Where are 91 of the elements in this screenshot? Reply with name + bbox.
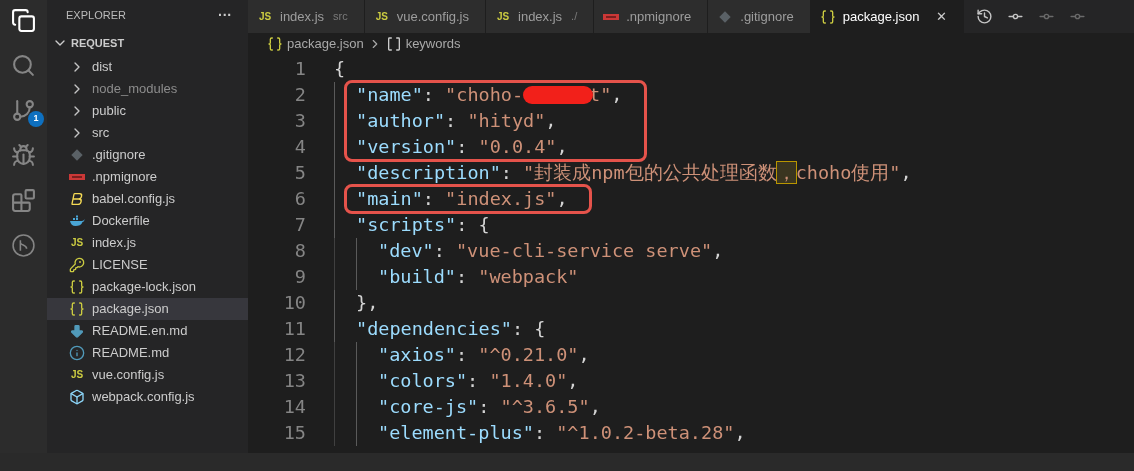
file-tree-item[interactable]: src — [47, 122, 248, 144]
js-icon: JS — [257, 11, 273, 22]
editor-tab[interactable]: JS index.js src — [248, 0, 365, 33]
file-tree-item[interactable]: JS vue.config.js — [47, 364, 248, 386]
whale-icon — [69, 215, 85, 227]
line-number: 15 — [283, 421, 306, 446]
file-tree-item[interactable]: babel.config.js — [47, 188, 248, 210]
code-line: "description": "封装成npm包的公共处理函数，choho使用", — [356, 161, 912, 186]
line-number: 6 — [294, 187, 306, 212]
line-number: 10 — [283, 291, 306, 316]
line-number: 8 — [294, 239, 306, 264]
code-text: "name" — [356, 83, 423, 108]
npm-icon — [603, 12, 620, 21]
tab-description: src — [333, 9, 348, 25]
code-line: "author": "hityd", — [356, 109, 557, 134]
file-tree-item[interactable]: README.en.md — [47, 320, 248, 342]
code-text: , — [611, 83, 623, 108]
extensions-icon[interactable] — [11, 188, 36, 213]
npm-icon — [69, 173, 85, 181]
code-text: "choho- — [445, 83, 524, 108]
panel-title: EXPLORER — [66, 8, 126, 24]
code-line: "dependencies": { — [356, 317, 546, 342]
code-line: "build": "webpack" — [378, 265, 579, 290]
files-icon[interactable] — [11, 8, 36, 33]
editor-tab[interactable]: JS index.js ./ — [486, 0, 595, 33]
remote-icon[interactable] — [11, 233, 36, 258]
bug-icon[interactable] — [11, 143, 36, 168]
key-icon — [69, 257, 85, 273]
code-line: "version": "0.0.4", — [356, 135, 568, 160]
more-actions-button[interactable]: ··· — [218, 5, 232, 26]
close-button[interactable]: ✕ — [936, 6, 948, 27]
file-tree-item[interactable]: public — [47, 100, 248, 122]
file-tree-item[interactable]: package.json — [47, 298, 248, 320]
file-tree-item[interactable]: JS index.js — [47, 232, 248, 254]
line-number: 4 — [294, 135, 306, 160]
code-text: t" — [589, 83, 612, 108]
search-icon[interactable] — [11, 53, 36, 78]
diamond-icon — [71, 149, 83, 161]
editor-tab[interactable]: .gitignore — [708, 0, 811, 33]
line-number: 13 — [283, 369, 306, 394]
folder-header[interactable]: REQUEST — [47, 31, 248, 55]
file-tree-item[interactable]: LICENSE — [47, 254, 248, 276]
file-tree-item[interactable]: .gitignore — [47, 144, 248, 166]
breadcrumb-item[interactable]: package.json — [267, 34, 364, 54]
line-number: 9 — [294, 265, 306, 290]
file-tree-item[interactable]: webpack.config.js — [47, 386, 248, 408]
line-number: 7 — [294, 213, 306, 238]
branch-icon[interactable] — [11, 98, 36, 123]
code-line: "element-plus": "^1.0.2-beta.28", — [378, 421, 746, 446]
line-number: 12 — [283, 343, 306, 368]
line-number: 14 — [283, 395, 306, 420]
history-icon[interactable] — [976, 8, 994, 25]
code-line: }, — [356, 291, 379, 316]
code-line: "dev": "vue-cli-service serve", — [378, 239, 724, 264]
file-tree-item[interactable]: .npmignore — [47, 166, 248, 188]
editor-tab[interactable]: JS vue.config.js — [364, 0, 486, 33]
code-line: "main": "index.js", — [356, 187, 568, 212]
line-number: 11 — [283, 317, 306, 342]
line-number: 3 — [294, 109, 306, 134]
code-line: { — [334, 57, 346, 82]
tab-description: ./ — [571, 9, 578, 25]
line-number: 5 — [294, 161, 306, 186]
breadcrumb-item[interactable]: keywords — [385, 34, 461, 54]
code-line: "colors": "1.4.0", — [378, 369, 579, 394]
code-text: : — [422, 83, 435, 108]
redaction-mark — [523, 86, 594, 104]
js-icon: JS — [69, 370, 85, 380]
brackets-icon — [385, 36, 402, 52]
file-tree-item[interactable]: package-lock.json — [47, 276, 248, 298]
file-tree-item[interactable]: dist — [47, 56, 248, 78]
count-badge: 1 — [28, 111, 44, 127]
cube-icon — [69, 389, 85, 405]
braces-icon — [267, 36, 283, 52]
code-line: "axios": "^0.21.0", — [378, 343, 590, 368]
braces-icon — [69, 279, 85, 295]
js-icon: JS — [373, 11, 390, 22]
code-line: "core-js": "^3.6.5", — [378, 395, 601, 420]
line-number: 1 — [294, 57, 306, 82]
arrow-down-icon — [69, 323, 85, 339]
editor-tab[interactable]: package.json ✕ — [810, 0, 965, 33]
js-icon: JS — [69, 238, 85, 248]
file-tree-item[interactable]: README.md — [47, 342, 248, 364]
editor-tab[interactable]: .npmignore — [594, 0, 709, 33]
code-line: "scripts": { — [356, 213, 490, 238]
braces-icon — [69, 301, 85, 317]
braces-icon — [819, 8, 836, 25]
info-icon — [69, 345, 85, 361]
js-icon: JS — [495, 11, 511, 22]
file-tree-item[interactable]: node_modules — [47, 78, 248, 100]
file-tree-item[interactable]: Dockerfile — [47, 210, 248, 232]
line-number: 2 — [294, 83, 306, 108]
